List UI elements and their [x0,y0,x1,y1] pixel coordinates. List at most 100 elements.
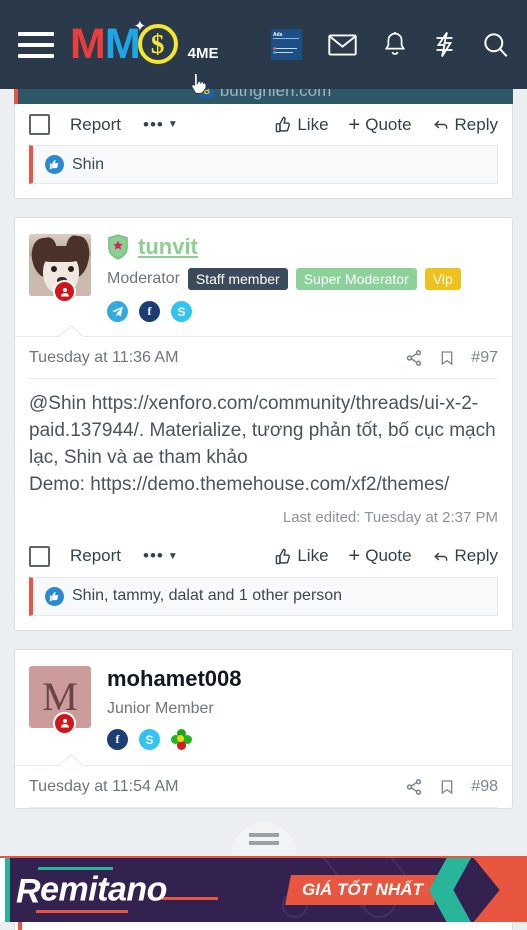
user-meta: tunvit Moderator Staff member Super Mode… [107,234,498,322]
post-meta-row: Tuesday at 11:36 AM #97 [29,337,498,379]
reaction-like-icon [45,155,64,174]
header-separator [15,322,512,337]
post-mention[interactable]: @Shin [29,393,92,414]
bell-icon[interactable] [383,31,407,58]
thumbs-up-glyph [49,159,59,170]
bell-glyph [384,32,406,55]
post-meta-actions: #98 [405,778,498,796]
bookmark-icon[interactable] [439,349,455,367]
thumbs-up-icon [276,116,291,133]
skype-icon[interactable]: S [139,729,160,751]
user-meta: mohamet008 Junior Member f S [107,666,498,751]
post-timestamp[interactable]: Tuesday at 11:54 AM [29,778,178,796]
user-glyph [60,719,69,728]
envelope-glyph [328,33,357,56]
badge-vip: Vip [424,268,461,290]
post-select-checkbox[interactable] [29,545,50,567]
plus-icon: + [348,113,361,136]
header-separator [15,751,512,766]
search-icon[interactable] [482,31,509,58]
post-author-link[interactable]: mohamet008 [107,666,242,692]
user-glyph [60,287,69,296]
mail-icon[interactable] [328,33,357,57]
bolt-glyph [436,31,453,57]
shield-star-glyph [108,234,128,260]
post-number[interactable]: #98 [471,778,498,796]
more-options-label: ••• [143,114,164,134]
reply-arrow-icon [433,552,447,561]
hand-pointer-glyph [191,73,207,94]
post-meta-row: Tuesday at 11:54 AM #98 [29,766,498,808]
report-link[interactable]: Report [70,546,121,566]
share-glyph [407,778,422,795]
post-user-header: M mohamet008 Junior Member f S [15,650,512,751]
like-button[interactable]: Like [275,115,329,135]
ad-thumbnail-icon[interactable]: Ads [271,29,302,60]
reply-button[interactable]: Reply [432,115,498,135]
ad-brand-initial: R [16,872,41,911]
user-social-links: f S [107,301,498,322]
skype-icon[interactable]: S [171,301,192,322]
post-main: Tuesday at 11:54 AM #98 [15,764,512,808]
ad-tagline-text: GIÁ TỐT NHẤT [302,880,423,899]
user-social-links: f S [107,728,498,751]
post-actions: Like + Quote Reply [275,546,498,566]
post-body: @Shin https://xenforo.com/community/thre… [29,379,498,503]
share-glyph [407,350,422,366]
user-title-row: Moderator Staff member Super Moderator V… [107,268,498,290]
site-logo[interactable]: MM $ ✦ 4ME [70,19,219,94]
chevron-down-icon: ▼ [167,119,179,130]
moderator-shield-icon [107,234,129,260]
bottom-ad-banner[interactable]: Remitano GIÁ TỐT NHẤT [0,856,527,922]
post-meta-actions: #97 [405,349,498,367]
report-link[interactable]: Report [70,115,121,135]
post-link-demo[interactable]: https://demo.themehouse.com/xf2/themes/ [90,474,449,495]
facebook-icon[interactable]: f [139,301,160,322]
share-icon[interactable] [405,349,423,367]
like-button[interactable]: Like [275,546,329,566]
icq-icon[interactable] [171,728,193,751]
facebook-icon[interactable]: f [107,729,128,751]
reply-label: Reply [454,114,498,134]
badge-super-moderator: Super Moderator [295,268,417,290]
like-label: Like [297,546,329,566]
telegram-glyph [112,306,123,317]
post-select-checkbox[interactable] [29,114,50,135]
lightning-icon[interactable] [433,31,456,58]
more-options-button[interactable]: ••• ▼ [143,115,179,135]
online-status-icon [53,711,76,735]
bookmark-icon[interactable] [439,778,455,796]
quote-label: Quote [365,546,412,566]
post-footer: Report ••• ▼ Like + Quote Reply [15,104,512,145]
online-status-icon [53,280,76,303]
quote-button[interactable]: + Quote [349,546,412,566]
more-options-button[interactable]: ••• ▼ [143,546,179,566]
reactions-text: Shin [72,155,105,173]
quote-button[interactable]: + Quote [349,115,412,135]
post-card-97: tunvit Moderator Staff member Super Mode… [14,217,513,631]
reactions-bar[interactable]: Shin [29,145,498,184]
reply-button[interactable]: Reply [432,546,498,566]
logo-m-red: M [70,20,106,68]
telegram-icon[interactable] [107,301,128,322]
magnifier-glyph [484,33,508,57]
reactions-bar[interactable]: Shin, tammy, dalat and 1 other person [29,576,498,616]
post-card-96: Report ••• ▼ Like + Quote Reply Shin [14,104,513,199]
ad-chevron-red [473,858,527,922]
user-title-row: Junior Member [107,700,498,718]
thumbs-up-glyph [49,591,59,601]
ad-tagline-badge: GIÁ TỐT NHẤT [285,875,440,905]
reaction-like-icon [45,586,64,606]
hamburger-menu-icon[interactable] [18,31,54,58]
share-icon[interactable] [405,778,423,796]
site-header: MM $ ✦ 4ME Ads [0,0,527,94]
user-name-row: mohamet008 [107,666,498,692]
post-timestamp[interactable]: Tuesday at 11:36 AM [29,349,178,367]
avatar-wrapper[interactable]: M [29,665,91,735]
post-number[interactable]: #97 [471,349,498,367]
avatar-wrapper[interactable] [29,234,91,303]
dollar-coin-icon: $ ✦ [134,19,207,94]
post-author-link[interactable]: tunvit [138,234,198,260]
logo-suffix: 4ME [187,45,219,62]
forum-page: B butnghien.com Report ••• ▼ Like + Quot… [0,0,527,930]
